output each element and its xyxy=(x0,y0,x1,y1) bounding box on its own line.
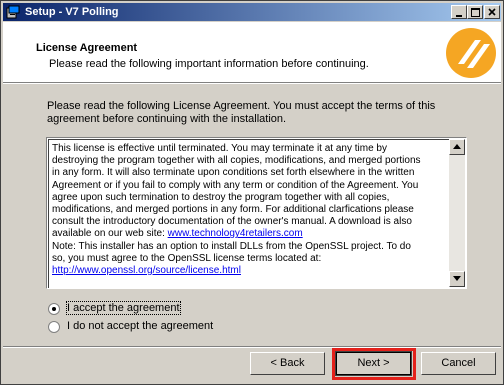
page-title: License Agreement xyxy=(36,42,138,54)
cancel-button[interactable]: Cancel xyxy=(421,352,496,375)
accept-label[interactable]: I accept the agreement xyxy=(66,301,181,315)
decline-label[interactable]: I do not accept the agreement xyxy=(67,320,213,332)
minimize-button[interactable] xyxy=(451,5,467,19)
intro-text: Please read the following License Agreem… xyxy=(47,100,436,125)
maximize-button[interactable] xyxy=(467,5,483,19)
title-bar[interactable]: Setup - V7 Polling xyxy=(3,3,501,21)
close-icon xyxy=(488,8,496,16)
accept-radio[interactable] xyxy=(48,303,60,315)
scroll-up-button[interactable] xyxy=(449,139,465,155)
brand-logo-icon xyxy=(446,28,496,78)
window-title: Setup - V7 Polling xyxy=(25,6,119,18)
setup-window: Setup - V7 Polling License Agreement Ple… xyxy=(0,0,504,385)
maximize-icon xyxy=(470,8,480,17)
license-scrollbar[interactable] xyxy=(449,139,465,287)
setup-icon xyxy=(6,5,20,19)
close-button[interactable] xyxy=(484,5,500,19)
arrow-up-icon xyxy=(453,144,461,149)
website-link[interactable]: www.technology4retailers.com xyxy=(168,228,303,239)
back-button[interactable]: < Back xyxy=(250,352,325,375)
arrow-down-icon xyxy=(453,276,461,281)
wizard-header: License Agreement Please read the follow… xyxy=(3,22,501,82)
page-subtitle: Please read the following important info… xyxy=(49,58,369,70)
highlight-box xyxy=(332,348,416,380)
minimize-icon xyxy=(456,15,462,17)
openssl-license-link[interactable]: http://www.openssl.org/source/license.ht… xyxy=(52,265,241,276)
scroll-down-button[interactable] xyxy=(449,271,465,287)
license-textbox[interactable]: This license is effective until terminat… xyxy=(46,137,467,289)
decline-radio[interactable] xyxy=(48,321,60,333)
license-text: This license is effective until terminat… xyxy=(52,143,421,277)
